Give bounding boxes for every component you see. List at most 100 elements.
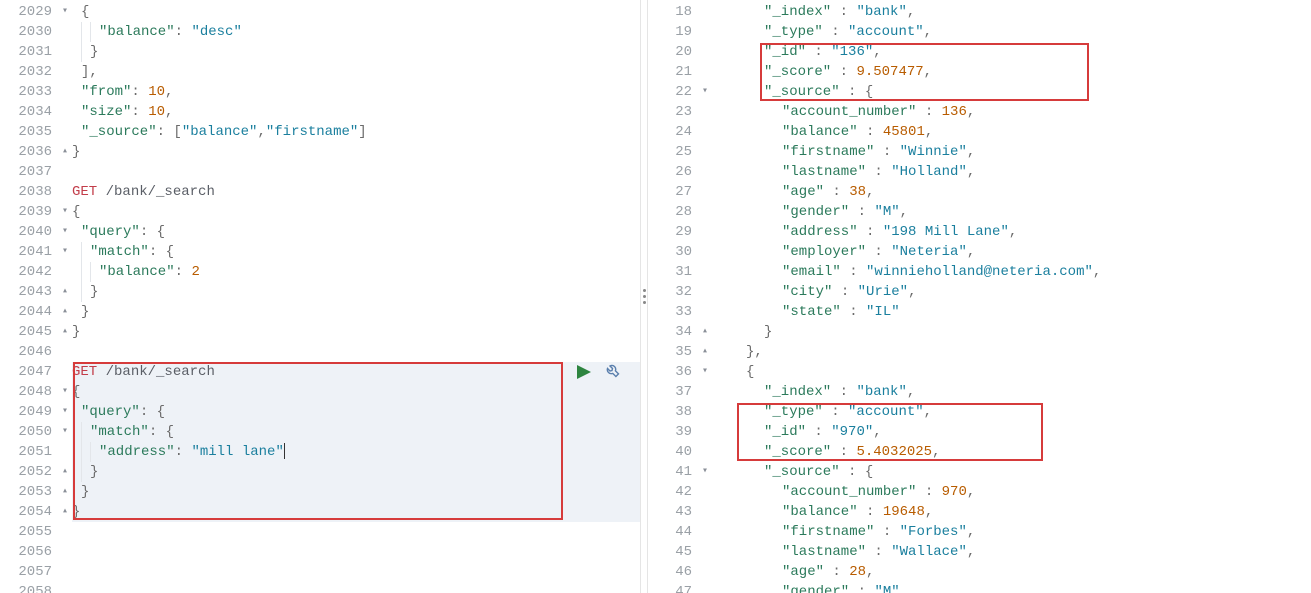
token-p: { — [72, 384, 80, 400]
token-s: "Forbes" — [900, 524, 967, 540]
token-p: { — [72, 204, 80, 220]
wrench-icon[interactable] — [602, 362, 622, 382]
line-number: 37 — [648, 382, 698, 402]
code-line[interactable]: "size": 10, — [72, 102, 640, 122]
token-p: } — [90, 464, 98, 480]
code-line[interactable]: } — [72, 482, 640, 502]
line-gutter-left: 2029203020312032203320342035203620372038… — [0, 0, 58, 593]
line-number: 2051 — [0, 442, 58, 462]
code-line[interactable] — [72, 342, 640, 362]
code-line: "gender" : "M", — [710, 202, 1311, 222]
code-line[interactable]: } — [72, 302, 640, 322]
token-s: "Neteria" — [891, 244, 967, 260]
token-k: "balance" — [782, 504, 858, 520]
token-p: : — [841, 264, 866, 280]
token-k: "from" — [81, 84, 131, 100]
token-p: , — [866, 184, 874, 200]
code-line[interactable]: { — [72, 382, 640, 402]
line-number: 2031 — [0, 42, 58, 62]
line-number: 2047 — [0, 362, 58, 382]
code-line[interactable]: { — [72, 202, 640, 222]
token-p: , — [925, 124, 933, 140]
line-number: 39 — [648, 422, 698, 442]
code-area-left[interactable]: {"balance": "desc"}],"from": 10,"size": … — [72, 0, 640, 593]
token-p: : — [866, 544, 891, 560]
code-line[interactable]: "_source": ["balance","firstname"] — [72, 122, 640, 142]
line-number: 23 — [648, 102, 698, 122]
token-p: ] — [358, 124, 366, 140]
token-n: 38 — [849, 184, 866, 200]
token-n: 10 — [148, 104, 165, 120]
code-line[interactable]: } — [72, 142, 640, 162]
code-line[interactable]: } — [72, 282, 640, 302]
code-line[interactable]: "balance": 2 — [72, 262, 640, 282]
code-line[interactable]: } — [72, 502, 640, 522]
code-line[interactable]: "address": "mill lane" — [72, 442, 640, 462]
token-path: /bank/_search — [106, 184, 215, 200]
code-line[interactable]: ], — [72, 62, 640, 82]
pane-divider[interactable] — [640, 0, 648, 593]
token-p: : — [831, 384, 856, 400]
code-line[interactable]: } — [72, 42, 640, 62]
code-line: "_source" : { — [710, 462, 1311, 482]
token-p: , — [1093, 264, 1101, 280]
token-k: "email" — [782, 264, 841, 280]
line-number: 33 — [648, 302, 698, 322]
token-s: "firstname" — [266, 124, 358, 140]
code-line[interactable]: } — [72, 462, 640, 482]
token-p: } — [81, 304, 89, 320]
token-k: "_type" — [764, 24, 823, 40]
token-k: "account_number" — [782, 484, 916, 500]
token-p: : — [849, 204, 874, 220]
token-k: "address" — [99, 444, 175, 460]
token-p: : — [866, 164, 891, 180]
line-number: 2034 — [0, 102, 58, 122]
code-line: "_index" : "bank", — [710, 2, 1311, 22]
token-p: : — [824, 564, 849, 580]
code-line[interactable]: } — [72, 322, 640, 342]
line-number: 2052 — [0, 462, 58, 482]
line-gutter-right: 1819202122232425262728293031323334353637… — [648, 0, 698, 593]
code-line[interactable] — [72, 582, 640, 593]
token-n: 2 — [191, 264, 199, 280]
code-line: "_id" : "970", — [710, 422, 1311, 442]
code-line[interactable]: "match": { — [72, 242, 640, 262]
token-p: : { — [149, 424, 174, 440]
token-p: , — [900, 584, 908, 593]
code-line: "lastname" : "Wallace", — [710, 542, 1311, 562]
code-line[interactable] — [72, 522, 640, 542]
code-line[interactable] — [72, 542, 640, 562]
run-request-button[interactable] — [574, 362, 594, 382]
token-p: , — [924, 24, 932, 40]
line-number: 2036 — [0, 142, 58, 162]
code-line[interactable]: "balance": "desc" — [72, 22, 640, 42]
token-p: : — [858, 124, 883, 140]
code-line[interactable]: GET /bank/_search — [72, 182, 640, 202]
code-line[interactable]: "query": { — [72, 222, 640, 242]
token-p: , — [967, 544, 975, 560]
code-line[interactable]: "query": { — [72, 402, 640, 422]
code-line[interactable] — [72, 162, 640, 182]
code-line[interactable] — [72, 562, 640, 582]
code-line[interactable]: "match": { — [72, 422, 640, 442]
code-area-right: "_index" : "bank","_type" : "account","_… — [710, 0, 1311, 593]
token-p: , — [873, 44, 881, 60]
token-p: , — [967, 244, 975, 260]
line-number: 2042 — [0, 262, 58, 282]
token-p: : — [823, 24, 848, 40]
token-n: 9.507477 — [856, 64, 923, 80]
token-n: 10 — [148, 84, 165, 100]
code-line: "_source" : { — [710, 82, 1311, 102]
line-number: 2030 — [0, 22, 58, 42]
token-p: : — [831, 64, 856, 80]
code-line: "_score" : 5.4032025, — [710, 442, 1311, 462]
response-viewer-pane: 1819202122232425262728293031323334353637… — [648, 0, 1311, 593]
line-number: 2045 — [0, 322, 58, 342]
code-line[interactable]: "from": 10, — [72, 82, 640, 102]
code-line[interactable]: { — [72, 2, 640, 22]
request-editor-pane[interactable]: 2029203020312032203320342035203620372038… — [0, 0, 640, 593]
token-p: : — [806, 424, 831, 440]
line-number: 2033 — [0, 82, 58, 102]
code-line[interactable]: GET /bank/_search — [72, 362, 640, 382]
line-number: 42 — [648, 482, 698, 502]
